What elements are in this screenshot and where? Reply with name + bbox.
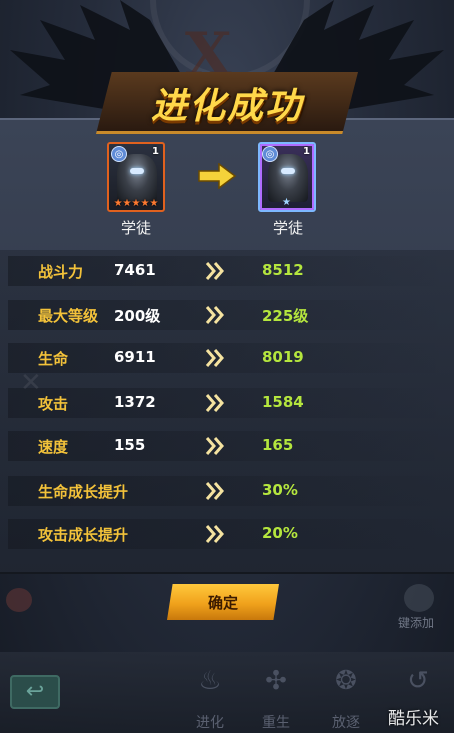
hero-name-before: 学徒: [120, 219, 151, 237]
nav-label: 进化: [196, 715, 224, 731]
hero-card-before[interactable]: ◎ 1 ★★★★★: [107, 142, 165, 212]
nav-label: 重生: [262, 715, 290, 731]
stat-new-value: 30%: [262, 481, 298, 499]
stat-old-value: 200级: [114, 307, 161, 325]
stat-label: 速度: [38, 438, 69, 456]
flame-icon: ♨: [198, 666, 222, 696]
double-chevron-icon: [205, 482, 224, 500]
stat-old-value: 1372: [114, 393, 156, 411]
evolve-arrow-icon: [198, 163, 237, 189]
nav-rebirth[interactable]: ✣ 重生: [246, 660, 306, 731]
hero-level: 1: [303, 146, 310, 157]
stat-old-value: 7461: [114, 261, 156, 279]
restore-icon: ↺: [407, 666, 429, 696]
swirl-icon: ❂: [335, 666, 357, 696]
double-chevron-icon: [205, 525, 224, 543]
stat-label: 攻击: [38, 395, 69, 413]
row-stripe: [8, 388, 446, 418]
double-chevron-icon: [205, 262, 224, 280]
stat-new-value: 225级: [262, 307, 309, 325]
hero-level: 1: [152, 146, 159, 157]
stat-new-value: 1584: [262, 393, 304, 411]
star-rating: ★★★★★: [113, 198, 159, 209]
stat-label: 攻击成长提升: [38, 526, 129, 544]
double-chevron-icon: [205, 394, 224, 412]
title-banner: 进化成功: [96, 72, 358, 134]
stat-row-power: 战斗力 7461 8512: [0, 254, 454, 288]
rebirth-icon: ✣: [265, 666, 287, 696]
rank-star-icon: ★: [282, 197, 291, 208]
double-chevron-icon: [205, 349, 224, 367]
stat-row-attack-growth: 攻击成长提升 20%: [0, 517, 454, 551]
element-icon: ◎: [262, 146, 278, 162]
nav-evolve[interactable]: ♨ 进化: [180, 660, 240, 731]
stat-old-value: 155: [114, 436, 146, 454]
side-decor-icon: [6, 588, 32, 612]
stat-new-value: 165: [262, 436, 294, 454]
stat-row-speed: 速度 155 165: [0, 429, 454, 463]
row-stripe: [8, 431, 446, 461]
stat-label: 战斗力: [38, 263, 84, 281]
stat-new-value: 8512: [262, 261, 304, 279]
stat-label: 生命: [38, 350, 69, 368]
back-button[interactable]: ↩: [10, 675, 60, 709]
quick-add-icon[interactable]: [404, 584, 434, 612]
hero-name-after: 学徒: [272, 219, 303, 237]
double-chevron-icon: [205, 306, 224, 324]
stat-label: 生命成长提升: [38, 483, 129, 501]
confirm-button[interactable]: 确定: [167, 584, 279, 620]
stat-row-hp: 生命 6911 8019: [0, 341, 454, 375]
stat-label: 最大等级: [38, 307, 99, 325]
page-title: 进化成功: [150, 86, 303, 127]
hero-card-after[interactable]: ◎ 1 ★: [258, 142, 316, 212]
stat-row-hp-growth: 生命成长提升 30%: [0, 474, 454, 508]
hero-portrait: [117, 154, 157, 202]
hero-portrait: [268, 154, 308, 202]
stat-row-max-level: 最大等级 200级 225级: [0, 298, 454, 332]
quick-add-label: 键添加: [398, 616, 435, 630]
stat-new-value: 20%: [262, 524, 298, 542]
nav-label: 放逐: [332, 715, 360, 731]
background-cross-icon: ✕: [20, 368, 42, 398]
stat-row-attack: 攻击 1372 1584: [0, 386, 454, 420]
row-stripe: [8, 343, 446, 373]
stat-new-value: 8019: [262, 348, 304, 366]
stat-old-value: 6911: [114, 348, 156, 366]
nav-exile[interactable]: ❂ 放逐: [316, 660, 376, 731]
watermark: 酷乐米: [388, 709, 439, 729]
element-icon: ◎: [111, 146, 127, 162]
double-chevron-icon: [205, 437, 224, 455]
